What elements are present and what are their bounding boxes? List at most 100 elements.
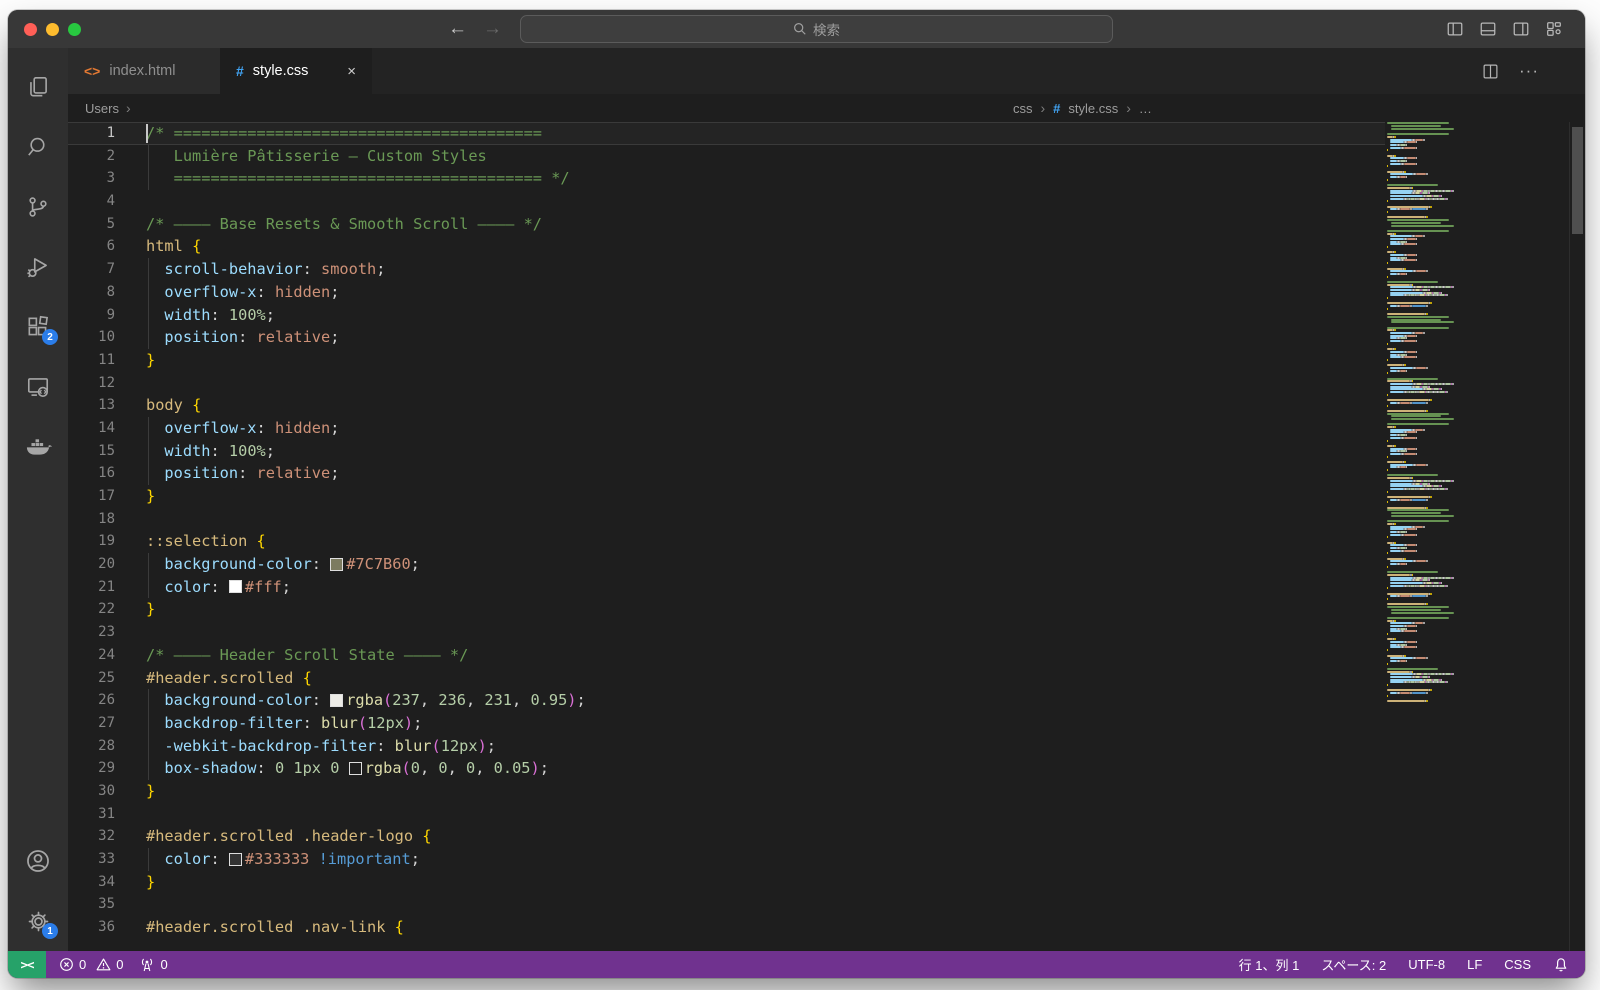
color-swatch[interactable] [330, 694, 343, 707]
remote-indicator[interactable]: >< [8, 951, 46, 978]
code-line-21[interactable]: 21 color: #fff; [68, 576, 1385, 599]
code-line-20[interactable]: 20 background-color: #7C7B60; [68, 553, 1385, 576]
code-line-9[interactable]: 9 width: 100%; [68, 304, 1385, 327]
accounts-icon[interactable] [14, 831, 62, 891]
ports-count: 0 [160, 957, 167, 972]
code-line-15[interactable]: 15 width: 100%; [68, 440, 1385, 463]
code-line-29[interactable]: 29 box-shadow: 0 1px 0 rgba(0, 0, 0, 0.0… [68, 757, 1385, 780]
code-line-18[interactable]: 18 [68, 508, 1385, 531]
activity-bar: 2 1 [8, 48, 68, 951]
toggle-sidebar-right-icon[interactable] [1512, 20, 1530, 38]
problems-indicator[interactable]: 0 0 [59, 957, 123, 972]
toggle-panel-bottom-icon[interactable] [1479, 20, 1497, 38]
code-line-27[interactable]: 27 backdrop-filter: blur(12px); [68, 712, 1385, 735]
breadcrumb-item-file[interactable]: style.css [1068, 101, 1118, 116]
search-view-icon[interactable] [14, 117, 62, 177]
code-text: width: 100%; [115, 304, 275, 327]
code-line-24[interactable]: 24/* ———— Header Scroll State ———— */ [68, 644, 1385, 667]
ports-indicator[interactable]: 0 [139, 957, 167, 973]
encoding-setting[interactable]: UTF-8 [1408, 957, 1445, 972]
code-line-26[interactable]: 26 background-color: rgba(237, 236, 231,… [68, 689, 1385, 712]
code-token: : [303, 260, 321, 278]
settings-gear-icon[interactable]: 1 [14, 891, 62, 951]
close-window-button[interactable] [24, 23, 37, 36]
code-line-13[interactable]: 13body { [68, 394, 1385, 417]
split-editor-icon[interactable] [1482, 63, 1499, 80]
code-line-12[interactable]: 12 [68, 372, 1385, 395]
code-token: , [475, 759, 493, 777]
remote-explorer-icon[interactable] [14, 357, 62, 417]
code-line-11[interactable]: 11} [68, 349, 1385, 372]
tab-index-html[interactable]: <> index.html [68, 48, 220, 94]
close-tab-icon[interactable]: × [347, 63, 356, 80]
breadcrumb-item-symbol[interactable]: … [1139, 101, 1152, 116]
code-line-19[interactable]: 19::selection { [68, 530, 1385, 553]
vertical-scrollbar[interactable] [1569, 122, 1585, 951]
explorer-icon[interactable] [14, 57, 62, 117]
code-line-30[interactable]: 30} [68, 780, 1385, 803]
code-line-16[interactable]: 16 position: relative; [68, 462, 1385, 485]
source-control-icon[interactable] [14, 177, 62, 237]
command-center-search[interactable]: 検索 [520, 15, 1113, 43]
code-line-4[interactable]: 4 [68, 190, 1385, 213]
color-swatch[interactable] [229, 580, 242, 593]
run-debug-icon[interactable] [14, 237, 62, 297]
scrollbar-thumb[interactable] [1572, 127, 1583, 234]
code-line-22[interactable]: 22} [68, 598, 1385, 621]
code-line-34[interactable]: 34} [68, 871, 1385, 894]
code-text: background-color: #7C7B60; [115, 553, 420, 576]
code-line-3[interactable]: 3 ======================================… [68, 167, 1385, 190]
code-line-1[interactable]: 1/* ====================================… [68, 122, 1385, 145]
code-token: ; [411, 850, 420, 868]
code-line-31[interactable]: 31 [68, 803, 1385, 826]
code-editor[interactable]: 1/* ====================================… [68, 122, 1585, 951]
code-line-25[interactable]: 25#header.scrolled { [68, 667, 1385, 690]
language-mode[interactable]: CSS [1504, 957, 1531, 972]
code-line-10[interactable]: 10 position: relative; [68, 326, 1385, 349]
docker-icon[interactable] [14, 417, 62, 477]
color-swatch[interactable] [330, 558, 343, 571]
code-token: /* ———— Header Scroll State ———— */ [146, 646, 468, 664]
extensions-icon[interactable]: 2 [14, 297, 62, 357]
code-line-8[interactable]: 8 overflow-x: hidden; [68, 281, 1385, 304]
code-token: width [164, 442, 210, 460]
code-line-32[interactable]: 32#header.scrolled .header-logo { [68, 825, 1385, 848]
navigate-back-button[interactable]: ← [448, 18, 467, 40]
more-actions-icon[interactable]: ··· [1519, 61, 1539, 81]
code-line-2[interactable]: 2 Lumière Pâtisserie – Custom Styles [68, 145, 1385, 168]
code-text: /* =====================================… [115, 122, 542, 145]
color-swatch[interactable] [229, 853, 242, 866]
code-line-5[interactable]: 5/* ———— Base Resets & Smooth Scroll ———… [68, 213, 1385, 236]
indent-guide [148, 258, 149, 281]
breadcrumb-item-users[interactable]: Users [85, 101, 119, 116]
code-line-7[interactable]: 7 scroll-behavior: smooth; [68, 258, 1385, 281]
color-swatch[interactable] [349, 762, 362, 775]
code-line-35[interactable]: 35 [68, 893, 1385, 916]
customize-layout-icon[interactable] [1545, 20, 1563, 38]
code-text: position: relative; [115, 326, 339, 349]
code-token: ( [402, 759, 411, 777]
code-line-28[interactable]: 28 -webkit-backdrop-filter: blur(12px); [68, 735, 1385, 758]
code-line-23[interactable]: 23 [68, 621, 1385, 644]
toggle-sidebar-left-icon[interactable] [1446, 20, 1464, 38]
indentation-setting[interactable]: スペース: 2 [1321, 955, 1386, 974]
minimize-window-button[interactable] [46, 23, 59, 36]
code-line-6[interactable]: 6html { [68, 235, 1385, 258]
code-area[interactable]: 1/* ====================================… [68, 122, 1385, 951]
notifications-bell-icon[interactable] [1553, 957, 1569, 973]
cursor-position[interactable]: 行 1、列 1 [1239, 955, 1300, 974]
code-line-17[interactable]: 17} [68, 485, 1385, 508]
eol-setting[interactable]: LF [1467, 957, 1482, 972]
breadcrumb-separator: › [1126, 100, 1131, 116]
line-number: 21 [68, 576, 115, 599]
tab-style-css[interactable]: # style.css × [220, 48, 372, 94]
zoom-window-button[interactable] [68, 23, 81, 36]
code-line-36[interactable]: 36#header.scrolled .nav-link { [68, 916, 1385, 939]
code-line-14[interactable]: 14 overflow-x: hidden; [68, 417, 1385, 440]
code-token: : [238, 328, 256, 346]
breadcrumb-item-css-folder[interactable]: css [1013, 101, 1033, 116]
code-token: ( [383, 691, 392, 709]
code-line-33[interactable]: 33 color: #333333 !important; [68, 848, 1385, 871]
minimap[interactable] [1387, 122, 1569, 951]
navigate-forward-button[interactable]: → [483, 18, 502, 40]
